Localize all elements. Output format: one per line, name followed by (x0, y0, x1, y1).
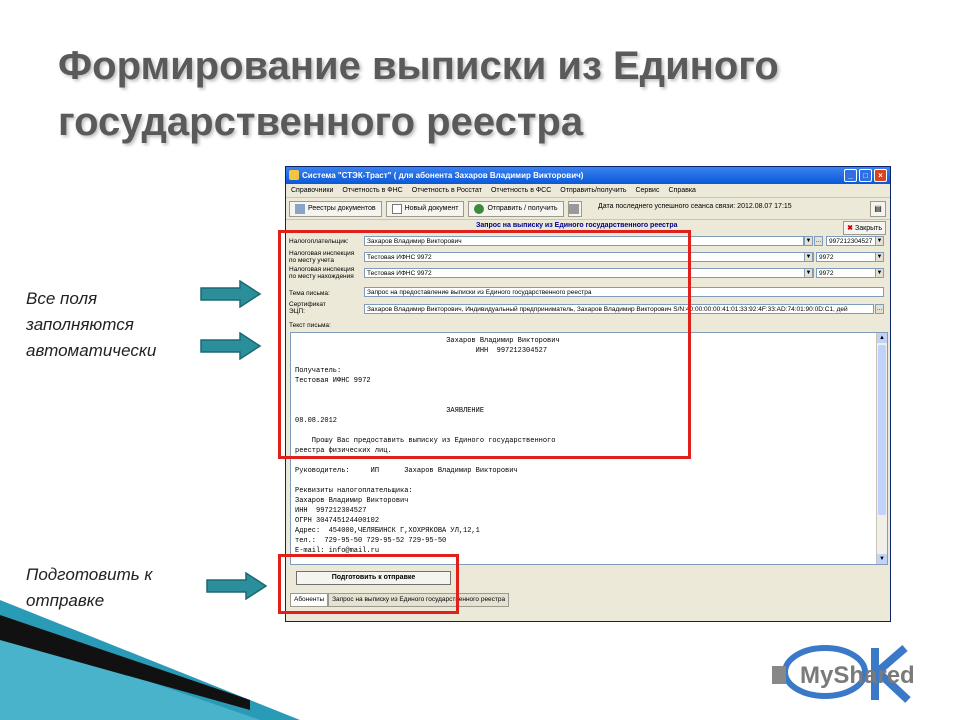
insp-loc-dropdown[interactable]: ▼ (804, 268, 813, 278)
close-form-label: Закрыть (855, 224, 882, 232)
window-titlebar: Система "СТЭК-Траст" ( для абонента Заха… (286, 167, 890, 184)
tab-extract-request[interactable]: Запрос на выписку из Единого государстве… (328, 593, 510, 607)
note-line: Все поля (26, 289, 98, 308)
menu-item-fns[interactable]: Отчетность в ФНС (342, 184, 402, 197)
menu-item-send-receive[interactable]: Отправить/получить (560, 184, 626, 197)
insp-reg-code-dropdown[interactable]: ▼ (875, 252, 884, 262)
app-icon (289, 170, 299, 180)
certificate-browse-button[interactable]: … (875, 304, 884, 314)
insp-loc-code-dropdown[interactable]: ▼ (875, 268, 884, 278)
arrow-right-icon (206, 572, 268, 600)
label-line: по месту нахождения (289, 273, 354, 280)
menubar: Справочники Отчетность в ФНС Отчетность … (286, 184, 890, 198)
bottom-tabs: Абоненты Запрос на выписку из Единого го… (290, 593, 510, 607)
note-line: Подготовить к (26, 565, 153, 584)
label-line: Сертификат (289, 301, 326, 308)
letter-textarea[interactable]: Захаров Владимир Викторович ИНН 99721230… (290, 332, 888, 565)
inn-dropdown[interactable]: ▼ (875, 236, 884, 246)
window-title: Система "СТЭК-Траст" ( для абонента Заха… (302, 171, 584, 180)
clip-icon (568, 203, 579, 214)
insp-loc-field[interactable]: Тестовая ИФНС 9972 (364, 268, 814, 278)
scroll-thumb[interactable] (878, 345, 886, 515)
arrow-right-icon (200, 332, 262, 360)
menu-item-rosstat[interactable]: Отчетность в Росстат (412, 184, 482, 197)
close-icon: ✖ (847, 225, 854, 232)
taxpayer-field[interactable]: Захаров Владимир Викторович (364, 236, 804, 246)
menu-item-fss[interactable]: Отчетность в ФСС (491, 184, 551, 197)
arrow-right-icon (200, 280, 262, 308)
send-receive-label: Отправить / получить (487, 205, 558, 212)
insp-reg-code-field[interactable]: 9972 (816, 252, 884, 262)
menu-item-help[interactable]: Справка (668, 184, 695, 197)
insp-reg-field[interactable]: Тестовая ИФНС 9972 (364, 252, 814, 262)
letter-scrollbar[interactable]: ▲ ▼ (876, 333, 887, 564)
label-line: по месту учета (289, 257, 334, 264)
registers-button[interactable]: Реестры документов (289, 200, 382, 217)
minimize-button[interactable]: _ (844, 169, 857, 182)
last-session-text: Дата последнего успешного сеанса связи: … (598, 203, 792, 210)
print-button[interactable]: ▤ (870, 201, 886, 217)
taxpayer-dropdown[interactable]: ▼ (804, 236, 813, 246)
scroll-up-icon[interactable]: ▲ (877, 333, 887, 343)
slide-title: Формирование выписки из Единого государс… (58, 44, 779, 144)
cert-label: Сертификат ЭЦП: (289, 301, 326, 315)
send-receive-button[interactable]: Отправить / получить (468, 200, 564, 217)
insp-loc-label: Налоговая инспекция по месту нахождения (289, 266, 354, 280)
certificate-field[interactable]: Захаров Владимир Викторович, Индивидуаль… (364, 304, 874, 314)
app-window: Система "СТЭК-Траст" ( для абонента Заха… (285, 166, 891, 622)
menu-item-directories[interactable]: Справочники (291, 184, 333, 197)
close-form-button[interactable]: ✖ Закрыть (843, 221, 886, 235)
prepare-send-button[interactable]: Подготовить к отправке (296, 571, 451, 585)
label-line: ЭЦП: (289, 308, 305, 315)
send-receive-icon (474, 203, 485, 214)
taxpayer-label: Налогоплательщик: (289, 238, 349, 245)
note-line: заполняются (26, 315, 134, 334)
tab-subscribers[interactable]: Абоненты (290, 593, 329, 607)
form-title: Запрос на выписку из Единого государстве… (476, 222, 678, 229)
subject-field[interactable]: Запрос на предоставление выписки из Един… (364, 287, 884, 297)
form-header: Запрос на выписку из Единого государстве… (286, 220, 890, 235)
maximize-button[interactable]: □ (859, 169, 872, 182)
note-line: отправке (26, 591, 105, 610)
note-prepare: Подготовить к отправке (26, 562, 152, 614)
toolbar: Реестры документов Новый документ Отправ… (286, 198, 890, 220)
note-line: автоматически (26, 341, 157, 360)
taxpayer-browse-button[interactable]: … (814, 236, 823, 246)
registry-icon (295, 203, 305, 214)
attach-button[interactable] (567, 200, 582, 217)
letter-text: Захаров Владимир Викторович ИНН 99721230… (295, 337, 560, 555)
insp-reg-label: Налоговая инспекция по месту учета (289, 250, 354, 264)
close-window-button[interactable]: × (874, 169, 887, 182)
printer-icon: ▤ (874, 204, 882, 213)
menu-item-service[interactable]: Сервис (635, 184, 659, 197)
label-line: Налоговая инспекция (289, 250, 355, 257)
logo-text: MyShared (800, 662, 915, 689)
insp-reg-dropdown[interactable]: ▼ (804, 252, 813, 262)
subject-label: Тема письма: (289, 290, 330, 297)
label-line: Налоговая инспекция (289, 266, 355, 273)
note-autofill: Все поля заполняются автоматически (26, 286, 156, 364)
new-document-button[interactable]: Новый документ (385, 200, 465, 217)
registers-label: Реестры документов (308, 205, 376, 212)
new-document-icon (391, 203, 402, 214)
body-label: Текст письма: (289, 322, 331, 329)
scroll-down-icon[interactable]: ▼ (877, 554, 887, 564)
insp-loc-code-field[interactable]: 9972 (816, 268, 884, 278)
new-document-label: Новый документ (404, 205, 459, 212)
